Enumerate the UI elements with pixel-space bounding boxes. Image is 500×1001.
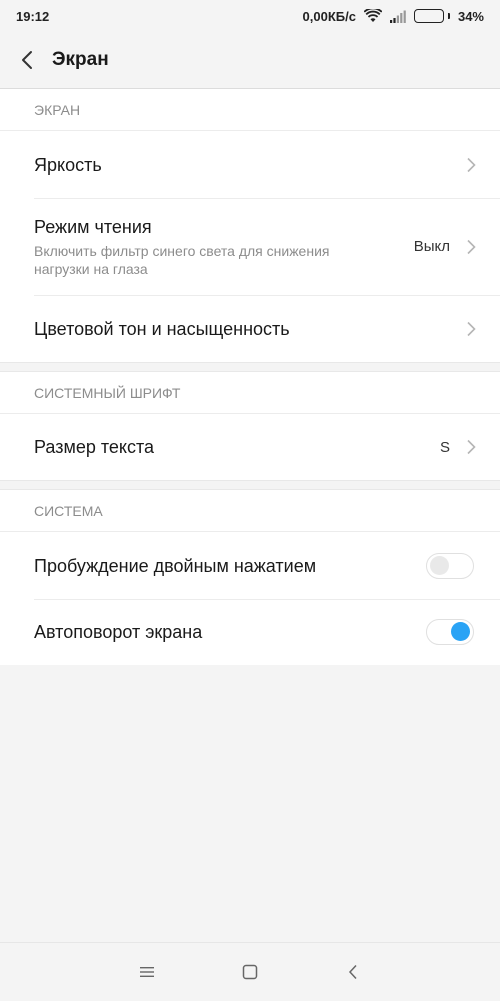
toggle-knob [430, 556, 449, 575]
setting-title: Цветовой тон и насыщенность [34, 317, 466, 341]
menu-icon[interactable] [96, 943, 199, 1001]
auto-rotate-toggle[interactable] [426, 619, 474, 645]
section-header: ЭКРАН [0, 89, 500, 131]
section-screen: ЭКРАН Яркость Режим чтения Включить филь… [0, 89, 500, 362]
battery-icon [414, 9, 450, 23]
setting-title: Режим чтения [34, 215, 414, 239]
double-tap-wake-toggle[interactable] [426, 553, 474, 579]
section-system: СИСТЕМА Пробуждение двойным нажатием Авт… [0, 490, 500, 665]
chevron-right-icon [466, 439, 476, 455]
chevron-right-icon [466, 239, 476, 255]
setting-auto-rotate[interactable]: Автоповорот экрана [0, 599, 500, 665]
setting-title: Яркость [34, 153, 466, 177]
back-icon[interactable] [302, 943, 405, 1001]
chevron-right-icon [466, 157, 476, 173]
page-title: Экран [52, 49, 109, 71]
status-indicators: 0,00КБ/с 34% [303, 9, 484, 24]
network-speed: 0,00КБ/с [303, 9, 356, 24]
setting-brightness[interactable]: Яркость [0, 131, 500, 198]
section-header: СИСТЕМА [0, 490, 500, 532]
home-icon[interactable] [199, 943, 302, 1001]
signal-icon [390, 10, 406, 23]
setting-title: Размер текста [34, 435, 440, 459]
setting-reading-mode[interactable]: Режим чтения Включить фильтр синего свет… [0, 198, 500, 295]
setting-title: Автоповорот экрана [34, 620, 426, 644]
battery-percent: 34% [458, 9, 484, 24]
wifi-icon [364, 9, 382, 23]
toggle-knob [451, 622, 470, 641]
app-bar: Экран [0, 32, 500, 89]
setting-subtitle: Включить фильтр синего света для снижени… [34, 242, 384, 278]
setting-value: Выкл [414, 238, 450, 255]
setting-color-tone[interactable]: Цветовой тон и насыщенность [0, 295, 500, 362]
section-header: СИСТЕМНЫЙ ШРИФТ [0, 372, 500, 414]
back-arrow-icon[interactable] [2, 32, 52, 89]
setting-text-size[interactable]: Размер текста S [0, 414, 500, 480]
settings-list: ЭКРАН Яркость Режим чтения Включить филь… [0, 89, 500, 665]
section-divider [0, 362, 500, 372]
section-system-font: СИСТЕМНЫЙ ШРИФТ Размер текста S [0, 372, 500, 480]
setting-title: Пробуждение двойным нажатием [34, 554, 426, 578]
section-divider [0, 480, 500, 490]
navigation-bar [0, 942, 500, 1000]
chevron-right-icon [466, 321, 476, 337]
setting-double-tap-wake[interactable]: Пробуждение двойным нажатием [0, 532, 500, 599]
status-time: 19:12 [16, 9, 49, 24]
status-bar: 19:12 0,00КБ/с 34% [0, 0, 500, 32]
setting-value: S [440, 439, 450, 456]
